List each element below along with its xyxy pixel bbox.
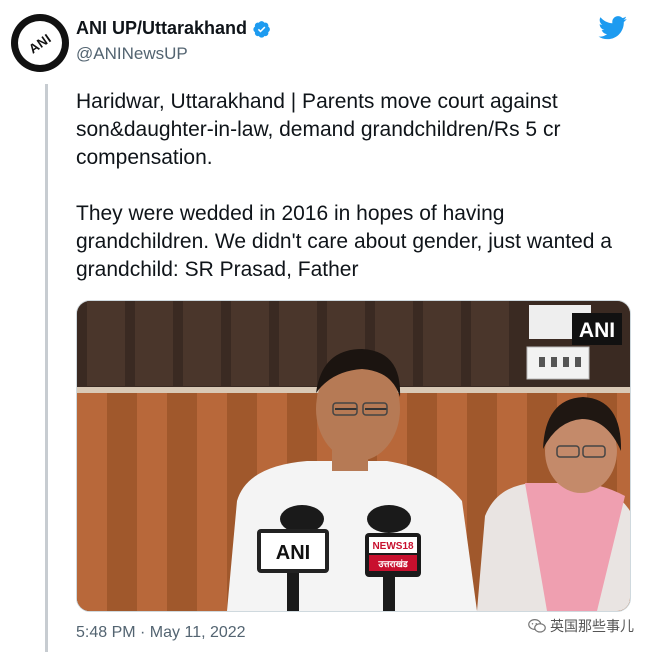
avatar[interactable]: ANI — [11, 14, 69, 72]
tweet-body: Haridwar, Uttarakhand | Parents move cou… — [76, 88, 631, 284]
verified-badge-icon — [253, 20, 270, 38]
author-handle[interactable]: @ANINewsUP — [76, 44, 188, 64]
mic-right-label: NEWS18 — [372, 541, 414, 552]
mic-right-sublabel: उत्तराखंड — [377, 559, 409, 570]
thread-line — [45, 84, 48, 652]
tweet-paragraph-2: They were wedded in 2016 in hopes of hav… — [76, 202, 612, 281]
author-name-row: ANI UP/Uttarakhand — [76, 18, 271, 39]
display-name[interactable]: ANI UP/Uttarakhand — [76, 18, 247, 39]
watermark-text: 英国那些事儿 — [550, 618, 634, 634]
tweet-paragraph-1: Haridwar, Uttarakhand | Parents move cou… — [76, 90, 561, 169]
tweet-timestamp[interactable]: 5:48 PM · May 11, 2022 — [76, 624, 246, 642]
avatar-logo-text: ANI — [25, 30, 55, 56]
tweet-video-thumbnail[interactable]: ANI ANI NEWS18 उत्तराखंड — [76, 300, 631, 612]
mic-left-label: ANI — [276, 542, 310, 564]
source-watermark: 英国那些事儿 — [528, 616, 634, 636]
wechat-icon — [528, 619, 546, 633]
twitter-bird-icon[interactable] — [598, 16, 628, 40]
corner-logo: ANI — [579, 319, 615, 342]
video-frame: ANI ANI NEWS18 उत्तराखंड — [77, 301, 630, 611]
